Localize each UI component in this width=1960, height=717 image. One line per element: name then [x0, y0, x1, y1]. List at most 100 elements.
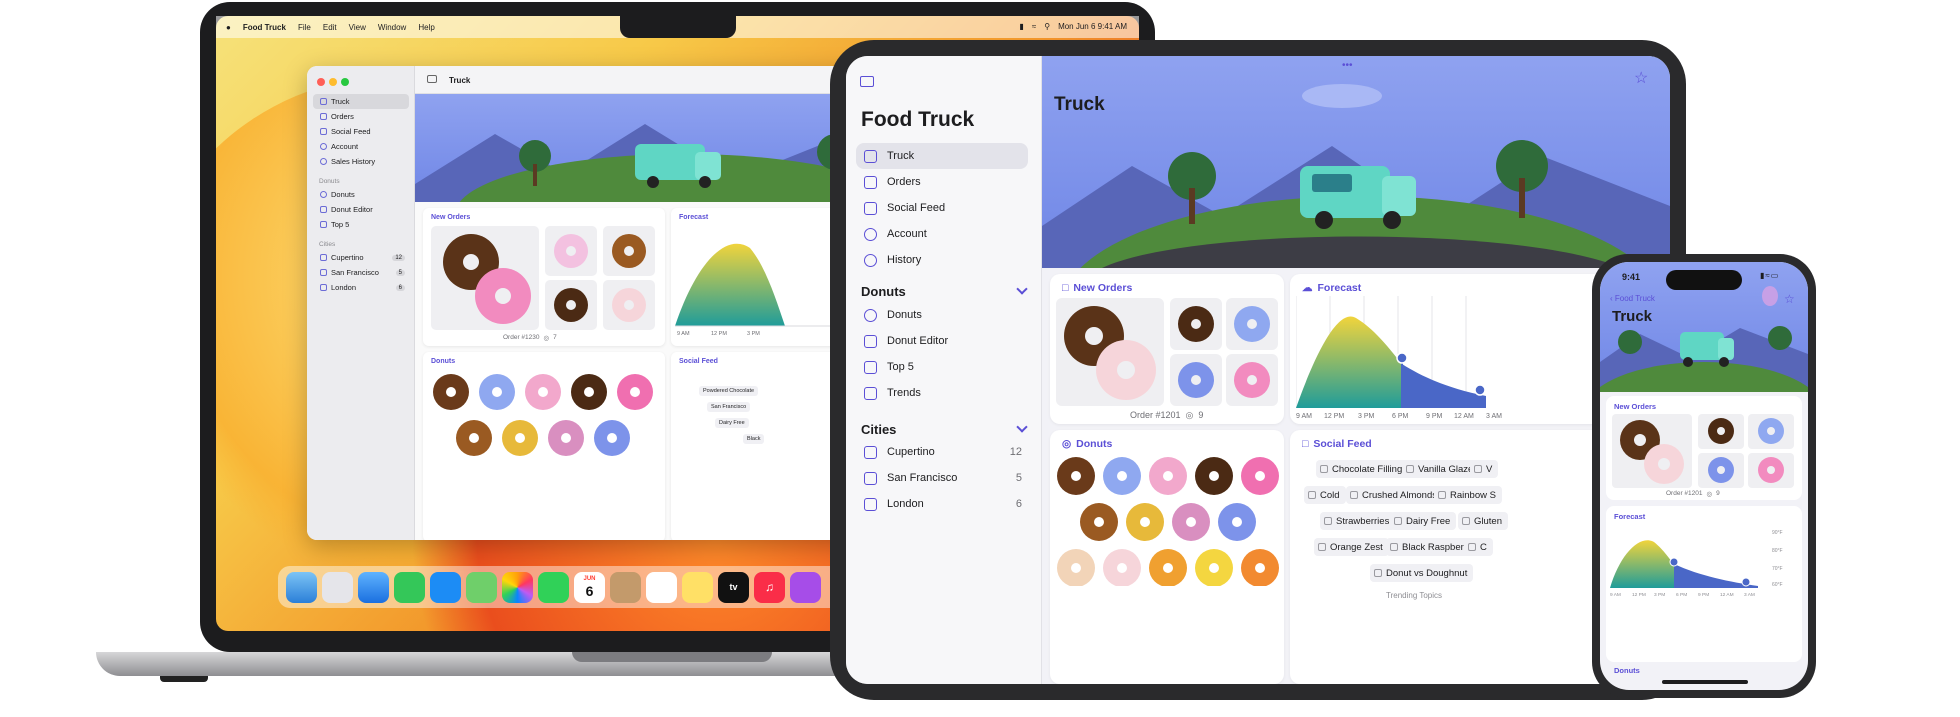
ipad-donuts-card[interactable]: ◎ Donuts [1050, 430, 1284, 684]
iphone-donuts-title[interactable]: Donuts [1614, 666, 1640, 675]
apple-icon[interactable]: ● [226, 23, 231, 32]
ipad-sidebar-item-trends[interactable]: Trends [856, 380, 1028, 406]
social-tag[interactable]: Vanilla Glaze [1402, 460, 1480, 478]
social-tag[interactable]: V [1470, 460, 1499, 478]
social-tag[interactable]: Cold [1304, 486, 1346, 504]
social-tag[interactable]: Powdered Chocolate [699, 386, 759, 396]
forecast-marker[interactable] [1741, 577, 1751, 587]
ipad-sidebar-item-social-feed[interactable]: Social Feed [856, 195, 1028, 221]
menu-view[interactable]: View [349, 23, 366, 32]
social-tag[interactable]: Dairy Free [715, 418, 749, 428]
forecast-marker[interactable] [1669, 557, 1679, 567]
iphone-forecast-card[interactable]: Forecast 90°F 80°F 70°F 60°F 9 AM 12 PM … [1606, 506, 1802, 662]
ipad-sidebar-item-cupertino[interactable]: Cupertino 12 [856, 439, 1028, 465]
calendar-icon[interactable]: JUN 6 [574, 571, 605, 603]
close-button[interactable] [317, 78, 325, 86]
social-tag[interactable]: C [1464, 538, 1493, 556]
forecast-y-tick: 80°F [1772, 548, 1783, 554]
apple-tv-icon[interactable]: tv [718, 571, 749, 603]
ipad-sidebar-item-top5[interactable]: Top 5 [856, 354, 1028, 380]
finder-icon[interactable] [286, 571, 317, 603]
facetime-icon[interactable] [538, 571, 569, 603]
clock-icon [320, 158, 327, 165]
social-tag[interactable]: Donut vs Doughnut [1370, 564, 1474, 582]
menu-help[interactable]: Help [418, 23, 434, 32]
ipad-sidebar-item-history[interactable]: History [856, 247, 1028, 273]
contacts-icon[interactable] [610, 571, 641, 603]
mac-donuts-card[interactable]: Donuts [423, 352, 665, 540]
back-button[interactable]: ‹ Food Truck [1610, 294, 1655, 303]
notes-icon[interactable] [682, 571, 713, 603]
ipad-sidebar-header-cities[interactable]: Cities [861, 422, 896, 437]
ipad-sidebar-header-donuts[interactable]: Donuts [861, 284, 906, 299]
ipad-sidebar-item-truck[interactable]: Truck [856, 143, 1028, 169]
chevron-down-icon[interactable] [1016, 421, 1028, 433]
trending-caption: Trending Topics [1386, 591, 1443, 600]
card-title: ◎ Donuts [1062, 438, 1113, 450]
minimize-button[interactable] [329, 78, 337, 86]
forecast-marker[interactable] [1396, 352, 1408, 364]
mac-sidebar-item-sales-history[interactable]: Sales History [313, 154, 409, 169]
star-icon[interactable]: ☆ [1634, 68, 1648, 88]
social-tag[interactable]: Strawberries [1320, 512, 1396, 530]
battery-icon[interactable]: ▮ [1019, 22, 1023, 31]
mac-sidebar-item-orders[interactable]: Orders [313, 109, 409, 124]
search-icon[interactable]: ⚲ [1044, 22, 1050, 31]
social-tag[interactable]: Crushed Almonds [1346, 486, 1443, 504]
building-icon [864, 445, 877, 459]
social-tag[interactable]: San Francisco [707, 402, 751, 412]
mac-sidebar-item-london[interactable]: London 6 [313, 280, 409, 295]
card-title: ☁ Forecast [1302, 282, 1362, 294]
social-tag[interactable]: Rainbow S [1434, 486, 1502, 504]
star-icon[interactable]: ☆ [1784, 292, 1795, 306]
music-icon[interactable]: ♫ [754, 571, 785, 603]
mac-sidebar-item-donut-editor[interactable]: Donut Editor [313, 202, 409, 217]
menu-edit[interactable]: Edit [323, 23, 337, 32]
wifi-icon[interactable]: ≈ [1032, 22, 1036, 31]
mac-sidebar-item-donuts[interactable]: Donuts [313, 187, 409, 202]
more-dots-icon[interactable]: ••• [1342, 60, 1353, 71]
messages-icon[interactable] [394, 571, 425, 603]
home-indicator[interactable] [1662, 680, 1748, 684]
social-tag[interactable]: Dairy Free [1390, 512, 1457, 530]
mac-sidebar-item-account[interactable]: Account [313, 139, 409, 154]
safari-icon[interactable] [358, 571, 389, 603]
mail-icon[interactable] [430, 571, 461, 603]
social-tag[interactable]: Orange Zest [1314, 538, 1389, 556]
reminders-icon[interactable] [646, 571, 677, 603]
iphone-new-orders-card[interactable]: New Orders Order #1201 ◎ 9 [1606, 396, 1802, 500]
sidebar-toggle-icon[interactable] [427, 75, 437, 83]
maps-icon[interactable] [466, 571, 497, 603]
launchpad-icon[interactable] [322, 571, 353, 603]
menu-window[interactable]: Window [378, 23, 406, 32]
mac-sidebar-item-truck[interactable]: Truck [313, 94, 409, 109]
mac-sidebar-item-san-francisco[interactable]: San Francisco 5 [313, 265, 409, 280]
ipad-sidebar-item-account[interactable]: Account [856, 221, 1028, 247]
social-tag[interactable]: Black [743, 434, 765, 444]
ipad-new-orders-card[interactable]: □ New Orders Order #1201 ◎ 9 [1050, 274, 1284, 424]
forecast-tick: 12 PM [1324, 413, 1344, 420]
chevron-down-icon[interactable] [1016, 283, 1028, 295]
mac-sidebar-item-social-feed[interactable]: Social Feed [313, 124, 409, 139]
mac-sidebar-item-top5[interactable]: Top 5 [313, 217, 409, 232]
forecast-marker[interactable] [1474, 384, 1486, 396]
mac-new-orders-card[interactable]: New Orders Order #1230 ◎ 7 [423, 208, 665, 346]
menubar-app-name[interactable]: Food Truck [243, 23, 286, 32]
forecast-y-tick: 90°F [1772, 530, 1783, 536]
sidebar-toggle-icon[interactable] [860, 76, 874, 87]
menu-file[interactable]: File [298, 23, 311, 32]
ipad-sidebar-item-london[interactable]: London 6 [856, 491, 1028, 517]
photos-icon[interactable] [502, 571, 533, 603]
social-tag[interactable]: Chocolate Filling [1316, 460, 1409, 478]
ipad-sidebar-item-donuts[interactable]: Donuts [856, 302, 1028, 328]
mac-sidebar-item-cupertino[interactable]: Cupertino 12 [313, 250, 409, 265]
ipad-sidebar-item-san-francisco[interactable]: San Francisco 5 [856, 465, 1028, 491]
podcasts-icon[interactable] [790, 571, 821, 603]
mac-sidebar-header-cities: Cities [319, 241, 336, 248]
ipad-sidebar-item-orders[interactable]: Orders [856, 169, 1028, 195]
ipad-sidebar-item-donut-editor[interactable]: Donut Editor [856, 328, 1028, 354]
zoom-button[interactable] [341, 78, 349, 86]
menubar-clock[interactable]: Mon Jun 6 9:41 AM [1058, 22, 1127, 31]
donut-gallery [433, 374, 653, 456]
social-tag[interactable]: Gluten [1458, 512, 1508, 530]
